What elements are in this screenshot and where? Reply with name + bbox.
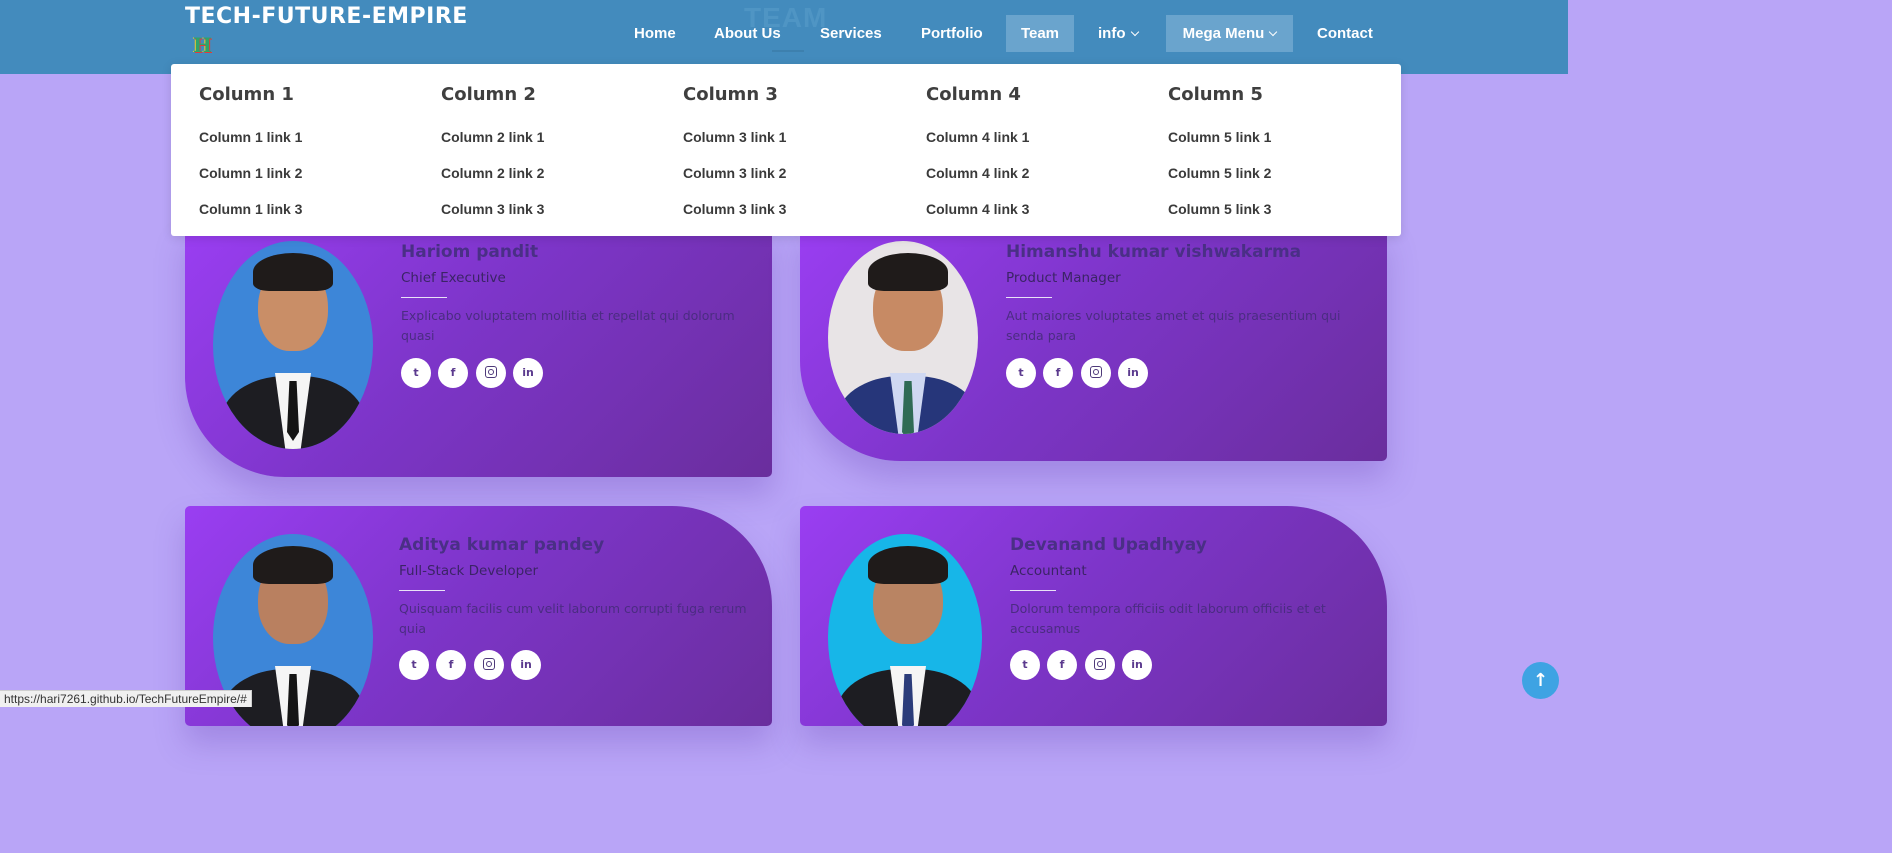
instagram-icon[interactable]	[1085, 650, 1115, 680]
facebook-icon[interactable]: f	[438, 358, 468, 388]
mega-column-3: Column 3 Column 3 link 1 Column 3 link 2…	[683, 84, 786, 227]
mega-column-4: Column 4 Column 4 link 1 Column 4 link 2…	[926, 84, 1029, 227]
twitter-icon[interactable]: t	[401, 358, 431, 388]
member-name: Devanand Upadhyay	[1010, 535, 1207, 555]
photo-hair	[253, 253, 333, 291]
brand-logo-icon[interactable]: H	[193, 34, 215, 56]
back-to-top-button[interactable]: ↑	[1522, 662, 1559, 699]
member-photo	[828, 241, 978, 434]
instagram-glyph	[1090, 366, 1102, 378]
mega-column-5: Column 5 Column 5 link 1 Column 5 link 2…	[1168, 84, 1271, 227]
mega-link[interactable]: Column 4 link 1	[926, 119, 1029, 155]
instagram-icon[interactable]	[1081, 358, 1111, 388]
nav-services[interactable]: Services	[820, 15, 882, 52]
mega-column-title: Column 3	[683, 84, 778, 105]
member-desc: Aut maiores voluptates amet et quis prae…	[1006, 308, 1341, 343]
mega-link[interactable]: Column 5 link 1	[1168, 119, 1271, 155]
member-desc: Explicabo voluptatem mollitia et repella…	[401, 308, 735, 343]
mega-column-1: Column 1 Column 1 link 1 Column 1 link 2…	[199, 84, 302, 227]
member-name: Aditya kumar pandey	[399, 535, 605, 555]
team-card-devanand: Devanand Upadhyay Accountant Dolorum tem…	[800, 506, 1387, 726]
mega-link[interactable]: Column 5 link 2	[1168, 155, 1271, 191]
team-card-aditya: Aditya kumar pandey Full-Stack Developer…	[185, 506, 772, 726]
instagram-icon[interactable]	[476, 358, 506, 388]
mega-menu-panel: Column 1 Column 1 link 1 Column 1 link 2…	[171, 64, 1401, 236]
team-card-hariom: Hariom pandit Chief Executive Explicabo …	[185, 226, 772, 477]
instagram-glyph	[1094, 658, 1106, 670]
member-name: Himanshu kumar vishwakarma	[1006, 242, 1302, 262]
twitter-icon[interactable]: t	[1006, 358, 1036, 388]
member-role: Full-Stack Developer	[399, 563, 539, 579]
member-role: Accountant	[1010, 563, 1087, 579]
divider	[1006, 297, 1052, 298]
twitter-icon[interactable]: t	[1010, 650, 1040, 680]
facebook-icon[interactable]: f	[1047, 650, 1077, 680]
mega-link[interactable]: Column 4 link 3	[926, 191, 1029, 227]
photo-hair	[868, 253, 948, 291]
instagram-glyph	[483, 658, 495, 670]
mega-link[interactable]: Column 3 link 3	[441, 191, 544, 227]
linkedin-icon[interactable]: in	[1122, 650, 1152, 680]
mega-link[interactable]: Column 1 link 1	[199, 119, 302, 155]
mega-link[interactable]: Column 4 link 2	[926, 155, 1029, 191]
nav-about-us[interactable]: About Us	[714, 15, 781, 52]
mega-link[interactable]: Column 5 link 3	[1168, 191, 1271, 227]
member-role: Product Manager	[1006, 270, 1121, 286]
nav-info[interactable]: info	[1098, 15, 1139, 52]
mega-link[interactable]: Column 2 link 1	[441, 119, 544, 155]
facebook-icon[interactable]: f	[436, 650, 466, 680]
nav-contact[interactable]: Contact	[1317, 15, 1373, 52]
mega-link[interactable]: Column 3 link 2	[683, 155, 786, 191]
photo-hair	[253, 546, 333, 584]
mega-link[interactable]: Column 2 link 2	[441, 155, 544, 191]
member-name: Hariom pandit	[401, 242, 539, 262]
mega-link[interactable]: Column 1 link 2	[199, 155, 302, 191]
member-desc: Quisquam facilis cum velit laborum corru…	[399, 601, 747, 636]
arrow-up-icon: ↑	[1532, 670, 1549, 691]
divider	[401, 297, 447, 298]
nav-mega-menu[interactable]: Mega Menu	[1166, 15, 1293, 52]
instagram-glyph	[485, 366, 497, 378]
linkedin-icon[interactable]: in	[511, 650, 541, 680]
mega-column-title: Column 4	[926, 84, 1021, 105]
mega-column-title: Column 2	[441, 84, 536, 105]
facebook-icon[interactable]: f	[1043, 358, 1073, 388]
team-card-himanshu: Himanshu kumar vishwakarma Product Manag…	[800, 226, 1387, 461]
photo-hair	[868, 546, 948, 584]
linkedin-icon[interactable]: in	[513, 358, 543, 388]
divider	[399, 590, 445, 591]
mega-column-title: Column 5	[1168, 84, 1263, 105]
browser-status-url: https://hari7261.github.io/TechFutureEmp…	[0, 690, 252, 707]
nav-portfolio[interactable]: Portfolio	[921, 15, 983, 52]
member-desc: Dolorum tempora officiis odit laborum of…	[1010, 601, 1326, 636]
mega-column-2: Column 2 Column 2 link 1 Column 2 link 2…	[441, 84, 544, 227]
mega-link[interactable]: Column 1 link 3	[199, 191, 302, 227]
divider	[1010, 590, 1056, 591]
nav-team[interactable]: Team	[1006, 15, 1074, 52]
linkedin-icon[interactable]: in	[1118, 358, 1148, 388]
mega-column-title: Column 1	[199, 84, 294, 105]
twitter-icon[interactable]: t	[399, 650, 429, 680]
nav-home[interactable]: Home	[634, 15, 676, 52]
member-photo	[213, 241, 373, 449]
member-role: Chief Executive	[401, 270, 506, 286]
chevron-down-icon	[1130, 27, 1139, 37]
chevron-down-icon	[1269, 27, 1278, 37]
mega-link[interactable]: Column 3 link 1	[683, 119, 786, 155]
mega-link[interactable]: Column 3 link 3	[683, 191, 786, 227]
brand-name[interactable]: TECH-FUTURE-EMPIRE	[185, 4, 468, 29]
member-photo	[828, 534, 982, 726]
site-header: TEAM TECH-FUTURE-EMPIRE H Home About Us …	[0, 0, 1568, 74]
instagram-icon[interactable]	[474, 650, 504, 680]
